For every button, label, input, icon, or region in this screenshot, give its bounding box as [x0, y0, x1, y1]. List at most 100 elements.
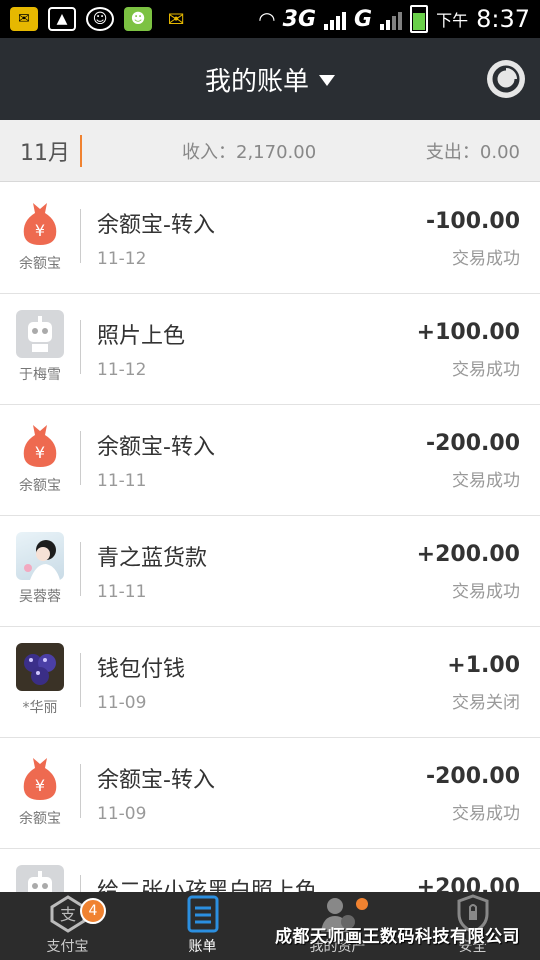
transaction-row[interactable]: 吴蓉蓉 青之蓝货款 11-11 +200.00 交易成功: [0, 516, 540, 627]
avatar-name: 余额宝: [19, 256, 61, 272]
notification-icons: ✉ ▲ ☺ ☻ ✉: [10, 7, 190, 31]
transaction-info: 青之蓝货款 11-11: [81, 516, 417, 626]
gallery-notification-icon: ▲: [48, 7, 76, 31]
transaction-amount: -200.00: [425, 764, 520, 789]
watermark-text: 成都天师画王数码科技有限公司: [275, 927, 520, 947]
transaction-row[interactable]: ¥ 余额宝 余额宝-转入 11-09 -200.00 交易成功: [0, 738, 540, 849]
transaction-status: 交易成功: [452, 471, 520, 491]
transaction-status: 交易成功: [452, 582, 520, 602]
transaction-title: 余额宝-转入: [97, 768, 215, 793]
transaction-title: 余额宝-转入: [97, 435, 215, 460]
transaction-status: 交易关闭: [452, 693, 520, 713]
svg-text:支: 支: [59, 905, 75, 924]
transaction-amount-col: -200.00 交易成功: [426, 738, 540, 848]
transaction-title: 钱包付钱: [97, 657, 186, 682]
avatar-name: 余额宝: [19, 811, 61, 827]
signal-icon: [324, 8, 347, 30]
bill-title-dropdown[interactable]: 我的账单: [205, 61, 335, 98]
transaction-row[interactable]: *华丽 钱包付钱 11-09 +1.00 交易关闭: [0, 627, 540, 738]
system-status: ◠ 3G G 下午 8:37: [259, 5, 530, 33]
transaction-info: 余额宝-转入 11-09: [81, 738, 426, 848]
transaction-row[interactable]: ¥ 余额宝 余额宝-转入 11-11 -200.00 交易成功: [0, 405, 540, 516]
avatar-column: ¥ 余额宝: [0, 405, 80, 515]
clock: 8:37: [476, 5, 530, 33]
transaction-status: 交易成功: [452, 360, 520, 380]
transaction-amount: +200.00: [416, 542, 520, 567]
bill-icon: [186, 894, 220, 934]
caret-down-icon: [319, 75, 335, 86]
status-bar: ✉ ▲ ☺ ☻ ✉ ◠ 3G G 下午 8:37: [0, 0, 540, 38]
transaction-info: 钱包付钱 11-09: [81, 627, 447, 737]
yuebao-icon: ¥: [16, 421, 64, 469]
transaction-info: 余额宝-转入 11-11: [81, 405, 426, 515]
nav-label: 账单: [188, 939, 217, 955]
month-label[interactable]: 11月: [20, 134, 82, 167]
transaction-date: 11-12: [97, 360, 147, 380]
default-avatar-icon: [16, 310, 64, 358]
yuebao-icon: ¥: [16, 754, 64, 802]
time-prefix: 下午: [436, 11, 469, 30]
transaction-amount-col: +200.00 交易成功: [417, 516, 540, 626]
transaction-title: 青之蓝货款: [97, 546, 208, 571]
nav-bill[interactable]: 账单: [135, 892, 270, 960]
income-label: 收入：: [182, 141, 236, 163]
message-notification-icon: ✉: [10, 7, 38, 31]
avatar-column: *华丽: [0, 627, 80, 737]
transaction-amount-col: +100.00 交易成功: [417, 294, 540, 404]
new-indicator-dot: [356, 898, 368, 910]
transaction-amount-col: -100.00 交易成功: [426, 183, 540, 293]
month-summary: 11月 收入：2,170.00 支出：0.00: [0, 120, 540, 182]
svg-text:¥: ¥: [35, 443, 45, 462]
expense-label: 支出：: [425, 141, 480, 163]
avatar-column: ¥ 余额宝: [0, 183, 80, 293]
photo-avatar-icon: [16, 643, 64, 691]
income-summary: 收入：2,170.00: [182, 138, 316, 164]
avatar-name: 于梅雪: [19, 367, 61, 383]
network-g-label: G: [354, 6, 373, 32]
transaction-row[interactable]: ¥ 余额宝 余额宝-转入 11-12 -100.00 交易成功: [0, 183, 540, 294]
avatar-name: 吴蓉蓉: [19, 589, 61, 605]
transaction-status: 交易成功: [452, 249, 520, 269]
transaction-list: ¥ 余额宝 余额宝-转入 11-12 -100.00 交易成功 于梅雪 照片上色…: [0, 183, 540, 960]
avatar-name: 余额宝: [19, 478, 61, 494]
transaction-date: 11-12: [97, 249, 147, 269]
mail-notification-icon: ✉: [167, 7, 185, 31]
transaction-amount: -200.00: [425, 431, 520, 456]
app-header: 我的账单: [0, 38, 540, 120]
avatar-column: 吴蓉蓉: [0, 516, 80, 626]
photo-avatar-icon: [16, 532, 64, 580]
battery-icon: [410, 5, 429, 33]
transaction-date: 11-09: [97, 693, 147, 713]
page-title: 我的账单: [204, 66, 309, 97]
svg-text:¥: ¥: [35, 221, 45, 240]
transaction-row[interactable]: 于梅雪 照片上色 11-12 +100.00 交易成功: [0, 294, 540, 405]
avatar-column: 于梅雪: [0, 294, 80, 404]
avatar-name: *华丽: [22, 700, 58, 716]
income-value: 2,170.00: [236, 141, 317, 163]
transaction-date: 11-09: [97, 804, 147, 824]
pie-chart-button[interactable]: [487, 60, 525, 98]
transaction-title: 照片上色: [97, 324, 186, 349]
transaction-status: 交易成功: [452, 804, 520, 824]
transaction-amount: +1.00: [447, 653, 520, 678]
transaction-title: 余额宝-转入: [97, 213, 215, 238]
app-notification-icon: ☻: [124, 7, 152, 31]
transaction-amount: -100.00: [425, 209, 520, 234]
transaction-date: 11-11: [97, 471, 147, 491]
wifi-icon: ◠: [259, 7, 275, 31]
signal-icon-2: [380, 8, 403, 30]
nav-label: 支付宝: [46, 939, 89, 955]
transaction-amount-col: -200.00 交易成功: [426, 405, 540, 515]
network-3g-label: 3G: [282, 6, 317, 32]
avatar-column: ¥ 余额宝: [0, 738, 80, 848]
expense-value: 0.00: [479, 141, 520, 163]
chat-notification-icon: ☺: [86, 7, 114, 31]
pie-chart-icon: [492, 65, 520, 93]
nav-alipay[interactable]: 支 4 支付宝: [0, 892, 135, 960]
svg-text:¥: ¥: [35, 776, 45, 795]
transaction-date: 11-11: [97, 582, 147, 602]
transaction-amount-col: +1.00 交易关闭: [447, 627, 540, 737]
transaction-amount: +100.00: [416, 320, 520, 345]
transaction-info: 照片上色 11-12: [81, 294, 417, 404]
expense-summary: 支出：0.00: [426, 138, 520, 164]
